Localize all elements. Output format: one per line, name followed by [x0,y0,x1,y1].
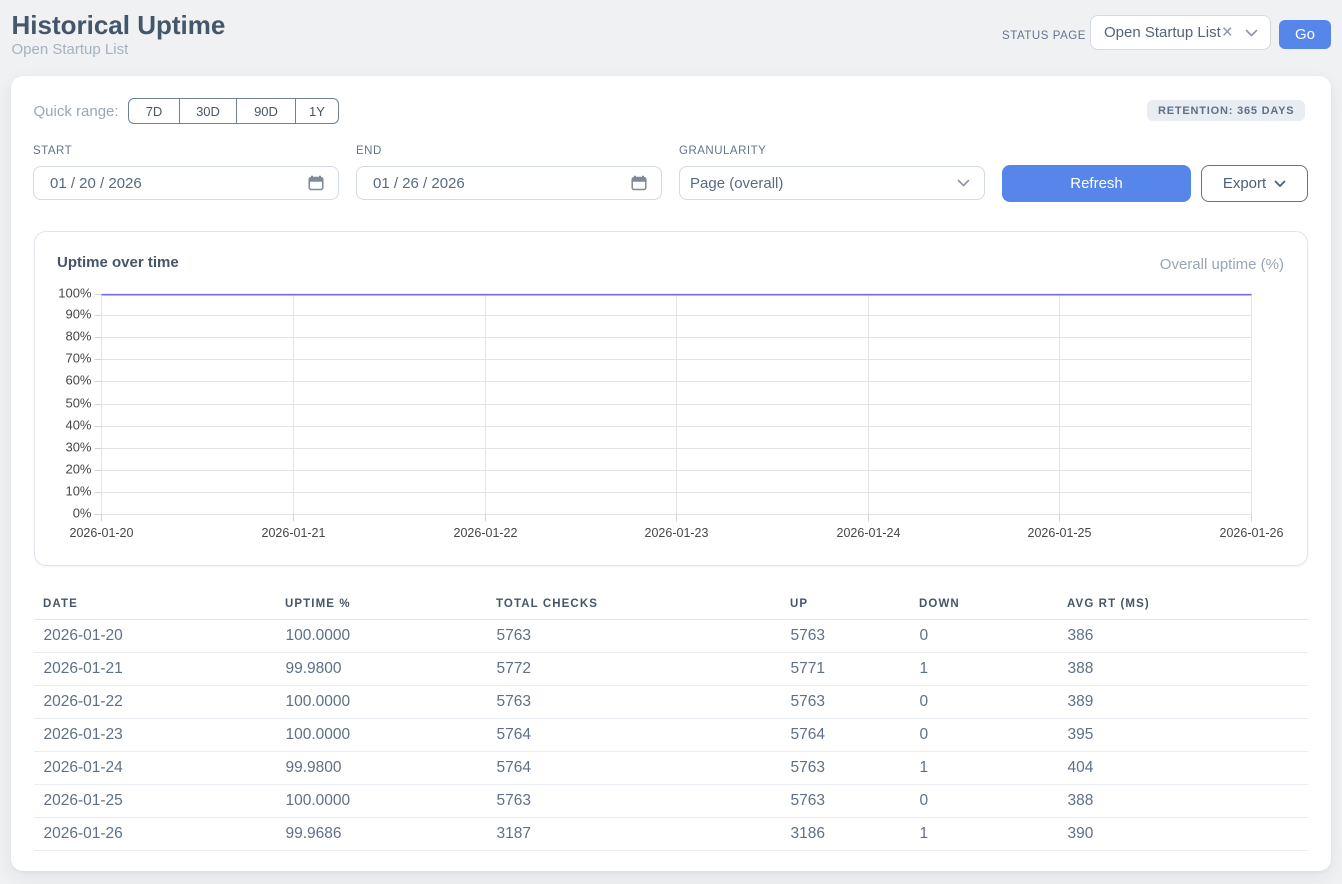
svg-text:60%: 60% [65,373,91,388]
svg-text:2026-01-24: 2026-01-24 [837,526,901,540]
svg-text:20%: 20% [65,462,91,477]
svg-text:2026-01-26: 2026-01-26 [1220,526,1284,540]
svg-text:90%: 90% [65,307,91,322]
svg-text:2026-01-25: 2026-01-25 [1028,526,1092,540]
svg-text:10%: 10% [65,484,91,499]
svg-text:40%: 40% [65,418,91,433]
svg-text:100%: 100% [58,286,92,301]
svg-text:80%: 80% [65,329,91,344]
svg-text:50%: 50% [65,396,91,411]
svg-text:70%: 70% [65,351,91,366]
svg-text:2026-01-23: 2026-01-23 [645,526,709,540]
svg-text:30%: 30% [65,440,91,455]
svg-text:2026-01-20: 2026-01-20 [70,526,134,540]
svg-text:2026-01-21: 2026-01-21 [262,526,326,540]
svg-text:2026-01-22: 2026-01-22 [454,526,518,540]
svg-text:0%: 0% [73,506,92,521]
